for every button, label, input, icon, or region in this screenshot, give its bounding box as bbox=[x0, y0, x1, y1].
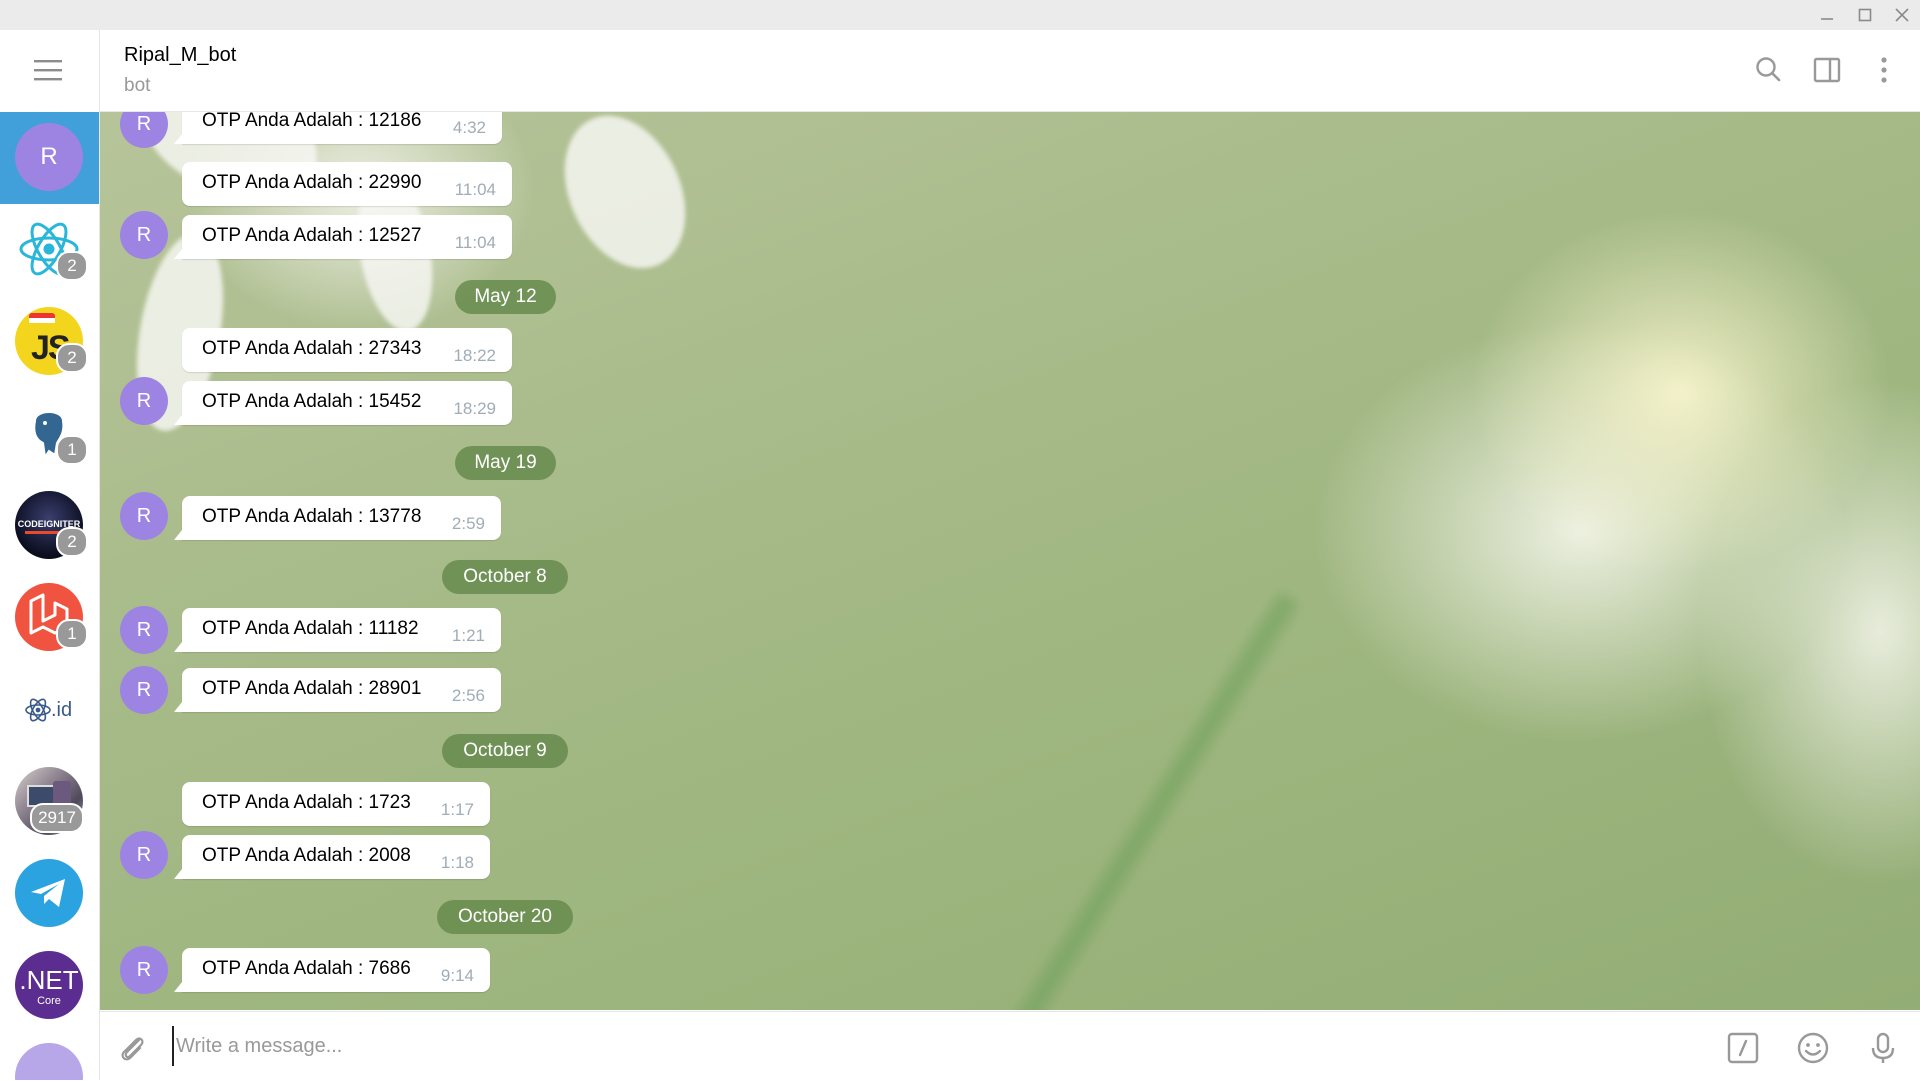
folder-photo-group[interactable]: 2917 bbox=[0, 756, 99, 848]
sender-avatar[interactable]: R bbox=[120, 492, 168, 540]
sender-avatar[interactable]: R bbox=[120, 606, 168, 654]
message-text: OTP Anda Adalah : 11182 bbox=[202, 618, 419, 639]
maximize-icon[interactable] bbox=[1847, 0, 1883, 30]
message-time: 1:17 bbox=[440, 800, 474, 819]
message-time: 4:32 bbox=[452, 118, 486, 137]
message-bubble[interactable]: OTP Anda Adalah : 22990 11:04 bbox=[182, 162, 512, 206]
date-separator: October 8 bbox=[442, 560, 568, 594]
message-bubble[interactable]: OTP Anda Adalah : 11182 1:21 bbox=[174, 608, 501, 652]
folder-sidebar: R 2 JS 2 1 CODEIGNITER 2 1 .id 2917 .NET… bbox=[0, 30, 100, 1080]
menu-button[interactable] bbox=[0, 30, 99, 112]
sender-avatar[interactable]: R bbox=[120, 831, 168, 879]
more-vertical-icon[interactable] bbox=[1864, 50, 1904, 90]
avatar: R bbox=[15, 123, 83, 191]
date-separator: October 9 bbox=[442, 734, 568, 768]
message-time: 2:56 bbox=[451, 686, 485, 705]
reactid-logo: .id bbox=[15, 675, 83, 743]
message-text: OTP Anda Adalah : 15452 bbox=[202, 391, 422, 412]
paper-plane-icon bbox=[15, 859, 83, 927]
background-stem bbox=[1004, 592, 1299, 1010]
date-separator: May 12 bbox=[455, 280, 556, 314]
message-bubble[interactable]: OTP Anda Adalah : 27343 18:22 bbox=[182, 328, 512, 372]
sender-avatar[interactable]: R bbox=[120, 666, 168, 714]
message-text: OTP Anda Adalah : 12186 bbox=[202, 112, 422, 131]
chat-title[interactable]: Ripal_M_bot bbox=[124, 44, 236, 67]
folder-bot-profile[interactable]: R bbox=[0, 112, 99, 204]
unread-badge: 2 bbox=[56, 527, 88, 557]
message-time: 18:22 bbox=[453, 346, 496, 365]
message-list[interactable]: R OTP Anda Adalah : 12186 4:32 OTP Anda … bbox=[100, 112, 1920, 1010]
window-titlebar bbox=[0, 0, 1920, 30]
reactid-label: .id bbox=[51, 699, 73, 721]
message-text: OTP Anda Adalah : 13778 bbox=[202, 506, 422, 527]
message-time: 9:14 bbox=[440, 966, 474, 985]
message-bubble[interactable]: OTP Anda Adalah : 13778 2:59 bbox=[174, 496, 501, 540]
message-time: 2:59 bbox=[451, 514, 485, 533]
message-bubble[interactable]: OTP Anda Adalah : 1723 1:17 bbox=[182, 782, 490, 826]
message-text: OTP Anda Adalah : 12527 bbox=[202, 225, 422, 246]
date-separator: May 19 bbox=[455, 446, 556, 480]
folder-reactid-group[interactable]: .id bbox=[0, 664, 99, 756]
folder-partial[interactable] bbox=[0, 1032, 99, 1080]
folder-postgres-group[interactable]: 1 bbox=[0, 388, 99, 480]
message-bubble[interactable]: OTP Anda Adalah : 12527 11:04 bbox=[174, 215, 512, 259]
unread-badge: 2 bbox=[56, 251, 88, 281]
chat-subtitle: bot bbox=[124, 75, 151, 96]
dotnet-label: .NET bbox=[19, 965, 79, 995]
bot-command-icon[interactable] bbox=[1723, 1028, 1763, 1068]
avatar bbox=[15, 1043, 83, 1080]
emoji-icon[interactable] bbox=[1793, 1028, 1833, 1068]
message-bubble[interactable]: OTP Anda Adalah : 28901 2:56 bbox=[174, 668, 501, 712]
dotnet-logo: .NET Core bbox=[15, 951, 83, 1019]
minimize-icon[interactable] bbox=[1809, 0, 1845, 30]
microphone-icon[interactable] bbox=[1863, 1028, 1903, 1068]
message-composer bbox=[100, 1011, 1920, 1081]
message-time: 18:29 bbox=[453, 399, 496, 418]
message-text: OTP Anda Adalah : 7686 bbox=[202, 958, 411, 979]
sender-avatar[interactable]: R bbox=[120, 211, 168, 259]
folder-telegram-channel[interactable] bbox=[0, 848, 99, 940]
message-time: 11:04 bbox=[454, 180, 496, 199]
message-text: OTP Anda Adalah : 28901 bbox=[202, 678, 422, 699]
message-text: OTP Anda Adalah : 1723 bbox=[202, 792, 411, 813]
folder-js-group[interactable]: JS 2 bbox=[0, 296, 99, 388]
hamburger-icon bbox=[34, 60, 62, 81]
message-bubble[interactable]: OTP Anda Adalah : 2008 1:18 bbox=[174, 835, 490, 879]
unread-badge: 1 bbox=[56, 435, 88, 465]
message-text: OTP Anda Adalah : 22990 bbox=[202, 172, 422, 193]
sender-avatar[interactable]: R bbox=[120, 946, 168, 994]
message-bubble[interactable]: OTP Anda Adalah : 12186 4:32 bbox=[174, 112, 502, 144]
message-time: 1:18 bbox=[440, 853, 474, 872]
message-input[interactable] bbox=[172, 1026, 1716, 1066]
search-icon[interactable] bbox=[1749, 50, 1789, 90]
react-atom-icon bbox=[25, 698, 51, 722]
attach-icon[interactable] bbox=[112, 1028, 152, 1068]
folder-laravel-group[interactable]: 1 bbox=[0, 572, 99, 664]
unread-badge: 2917 bbox=[30, 803, 84, 833]
dotnet-sublabel: Core bbox=[37, 995, 61, 1007]
unread-badge: 2 bbox=[56, 343, 88, 373]
sidebar-toggle-icon[interactable] bbox=[1807, 50, 1847, 90]
folder-react-group[interactable]: 2 bbox=[0, 204, 99, 296]
chat-header: Ripal_M_bot bot bbox=[100, 30, 1920, 112]
message-text: OTP Anda Adalah : 27343 bbox=[202, 338, 422, 359]
message-time: 1:21 bbox=[451, 626, 485, 645]
message-time: 11:04 bbox=[454, 233, 496, 252]
background-petal bbox=[541, 112, 709, 288]
folder-dotnet-group[interactable]: .NET Core bbox=[0, 940, 99, 1032]
sender-avatar[interactable]: R bbox=[120, 377, 168, 425]
unread-badge: 1 bbox=[56, 619, 88, 649]
message-text: OTP Anda Adalah : 2008 bbox=[202, 845, 411, 866]
message-bubble[interactable]: OTP Anda Adalah : 7686 9:14 bbox=[174, 948, 490, 992]
date-separator: October 20 bbox=[437, 900, 573, 934]
message-bubble[interactable]: OTP Anda Adalah : 15452 18:29 bbox=[174, 381, 512, 425]
folder-codeigniter-group[interactable]: CODEIGNITER 2 bbox=[0, 480, 99, 572]
close-icon[interactable] bbox=[1884, 0, 1920, 30]
